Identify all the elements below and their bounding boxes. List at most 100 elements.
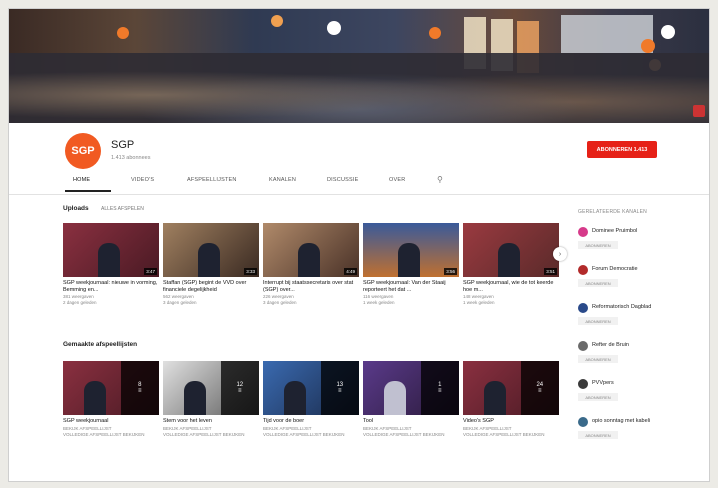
video-card[interactable]: 3:51 SGP weekjournaal, wie de tot keerde… (463, 223, 559, 306)
video-thumbnail[interactable]: 3:56 (363, 223, 459, 277)
active-tab-indicator (65, 190, 111, 192)
video-duration: 4:49 (344, 268, 357, 275)
video-card[interactable]: 3:56 SGP weekjournaal: Van der Staaij re… (363, 223, 459, 306)
avatar[interactable] (578, 265, 588, 275)
playlist-overlay: 24 ≡ (520, 361, 559, 415)
video-age: 3 dagen geleden (263, 300, 297, 305)
tab-channels[interactable]: KANALEN (269, 177, 296, 183)
avatar[interactable] (578, 379, 588, 389)
related-channel-name[interactable]: Refter de Bruin (592, 342, 629, 348)
video-age: 3 dagen geleden (163, 300, 197, 305)
thumbnail-person (397, 243, 420, 277)
thumbnail-person (284, 381, 307, 415)
playlist-title[interactable]: SGP weekjournaal (63, 418, 159, 426)
avatar[interactable] (578, 341, 588, 351)
video-title[interactable]: Interrupt bij staatssecretaris over stat… (263, 280, 359, 294)
related-channels: GERELATEERDE KANALEN Dominee Pruimbol AB… (578, 209, 698, 439)
avatar[interactable] (578, 303, 588, 313)
thumbnail-person (97, 243, 120, 277)
channel-name: SGP (111, 139, 135, 151)
thumbnail-person (184, 381, 207, 415)
playlist-title[interactable]: Tool (363, 418, 459, 426)
related-channel[interactable]: Refter de Bruin ABONNEREN (578, 341, 698, 371)
uploads-title[interactable]: Uploads (63, 205, 89, 212)
video-title[interactable]: SGP weekjournaal: nieuwe in vorming, Bem… (63, 280, 159, 294)
playlist-card[interactable]: 8 ≡ SGP weekjournaal BEKIJK AFSPEELLIJST… (63, 361, 159, 438)
playlist-icon: ≡ (438, 388, 442, 394)
playlist-icon: ≡ (138, 388, 142, 394)
playlists-title[interactable]: Gemaakte afspeellijsten (63, 341, 137, 348)
playlist-link[interactable]: VOLLEDIGE AFSPEELLIJST BEKIJKEN (263, 432, 359, 438)
playlist-thumbnail[interactable]: 8 ≡ (63, 361, 159, 415)
banner-screen (561, 15, 653, 53)
playlist-link[interactable]: VOLLEDIGE AFSPEELLIJST BEKIJKEN (463, 432, 559, 438)
channel-logo[interactable]: SGP (65, 133, 101, 169)
subscribe-button[interactable]: ABONNEREN (578, 279, 618, 287)
playlist-card[interactable]: 1 ≡ Tool BEKIJK AFSPEELLIJST VOLLEDIGE A… (363, 361, 459, 438)
playlist-link[interactable]: VOLLEDIGE AFSPEELLIJST BEKIJKEN (163, 432, 259, 438)
related-channel[interactable]: Dominee Pruimbol ABONNEREN (578, 227, 698, 257)
playlist-overlay: 1 ≡ (420, 361, 459, 415)
playlist-card[interactable]: 12 ≡ Stem voor het leven BEKIJK AFSPEELL… (163, 361, 259, 438)
playlist-card[interactable]: 13 ≡ Tijd voor de boer BEKIJK AFSPEELLIJ… (263, 361, 359, 438)
video-title[interactable]: Staffan (SGP) begint de VVD over financi… (163, 280, 259, 294)
related-channel-name[interactable]: Forum Democratie (592, 266, 638, 272)
related-channel[interactable]: Forum Democratie ABONNEREN (578, 265, 698, 295)
playlist-title[interactable]: Stem voor het leven (163, 418, 259, 426)
search-icon[interactable]: ⚲ (437, 175, 443, 184)
thumbnail-person (84, 381, 107, 415)
tab-discussion[interactable]: DISCUSSIE (327, 177, 358, 183)
playlist-title[interactable]: Video's SGP (463, 418, 559, 426)
related-channel[interactable]: opio sonntag met kabeli ABONNEREN (578, 417, 698, 447)
video-duration: 3:51 (544, 268, 557, 275)
playlist-thumbnail[interactable]: 24 ≡ (463, 361, 559, 415)
tab-playlists[interactable]: AFSPEELLIJSTEN (187, 177, 237, 183)
subscribe-button[interactable]: ABONNEREN (578, 431, 618, 439)
next-arrow-icon[interactable]: › (553, 247, 567, 261)
related-channel-name[interactable]: opio sonntag met kabeli (592, 418, 650, 424)
balloon (641, 39, 655, 53)
subscribe-button[interactable]: ABONNEREN (578, 241, 618, 249)
related-channel[interactable]: PVVpers ABONNEREN (578, 379, 698, 409)
subscribe-button[interactable]: ABONNEREN (578, 393, 618, 401)
tab-home[interactable]: HOME (73, 177, 90, 183)
related-channel[interactable]: Reformatorisch Dagblad ABONNEREN (578, 303, 698, 333)
thumbnail-person (297, 243, 320, 277)
avatar[interactable] (578, 227, 588, 237)
video-thumbnail[interactable]: 4:49 (263, 223, 359, 277)
video-title[interactable]: SGP weekjournaal: Van der Staaij reporte… (363, 280, 459, 294)
related-channel-name[interactable]: Reformatorisch Dagblad (592, 304, 651, 310)
subscribe-button[interactable]: ABONNEREN 1.413 (587, 141, 657, 158)
video-card[interactable]: 3:47 SGP weekjournaal: nieuwe in vorming… (63, 223, 159, 306)
subscribe-button[interactable]: ABONNEREN (578, 317, 618, 325)
related-channel-name[interactable]: Dominee Pruimbol (592, 228, 637, 234)
playlist-overlay: 8 ≡ (120, 361, 159, 415)
related-channel-name[interactable]: PVVpers (592, 380, 614, 386)
playlist-title[interactable]: Tijd voor de boer (263, 418, 359, 426)
playlist-link[interactable]: VOLLEDIGE AFSPEELLIJST BEKIJKEN (63, 432, 159, 438)
video-thumbnail[interactable]: 3:47 (63, 223, 159, 277)
tab-about[interactable]: OVER (389, 177, 405, 183)
banner-link-icon[interactable] (693, 105, 705, 117)
thumbnail-person (497, 243, 520, 277)
playlist-thumbnail[interactable]: 12 ≡ (163, 361, 259, 415)
video-card[interactable]: 4:49 Interrupt bij staatssecretaris over… (263, 223, 359, 306)
video-thumbnail[interactable]: 3:51 (463, 223, 559, 277)
playlist-icon: ≡ (238, 388, 242, 394)
video-thumbnail[interactable]: 3:33 (163, 223, 259, 277)
subscribe-button[interactable]: ABONNEREN (578, 355, 618, 363)
avatar[interactable] (578, 417, 588, 427)
thumbnail-person (484, 381, 507, 415)
thumbnail-person (197, 243, 220, 277)
thumbnail-person (384, 381, 407, 415)
playlist-link[interactable]: VOLLEDIGE AFSPEELLIJST BEKIJKEN (363, 432, 459, 438)
video-title[interactable]: SGP weekjournaal, wie de tot keerde hoe … (463, 280, 559, 294)
video-age: 1 week geleden (463, 300, 495, 305)
playlist-thumbnail[interactable]: 13 ≡ (263, 361, 359, 415)
video-age: 1 week geleden (363, 300, 395, 305)
playlist-card[interactable]: 24 ≡ Video's SGP BEKIJK AFSPEELLIJST VOL… (463, 361, 559, 438)
play-all-button[interactable]: ALLES AFSPELEN (101, 206, 144, 212)
playlist-thumbnail[interactable]: 1 ≡ (363, 361, 459, 415)
video-card[interactable]: 3:33 Staffan (SGP) begint de VVD over fi… (163, 223, 259, 306)
tab-videos[interactable]: VIDEO'S (131, 177, 154, 183)
